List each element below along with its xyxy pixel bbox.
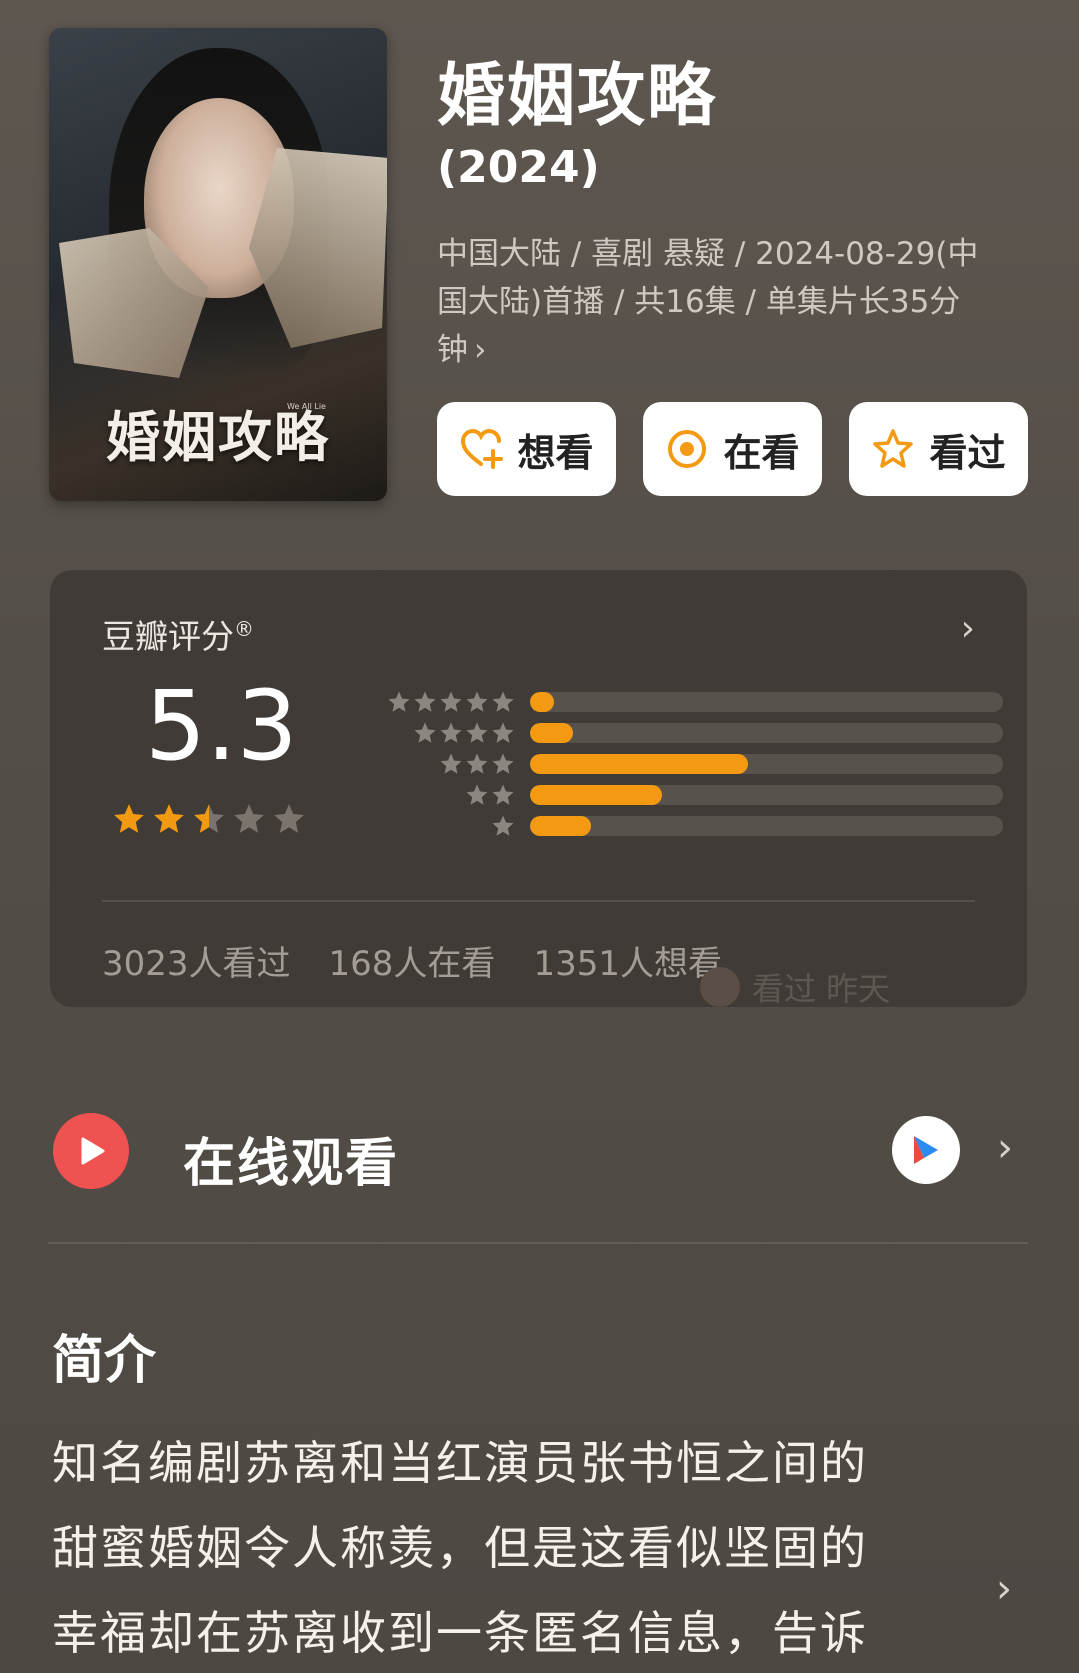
rating-label: 豆瓣评分® [102,610,254,658]
intro-text[interactable]: 知名编剧苏离和当红演员张书恒之间的 甜蜜婚姻令人称羡，但是这看似坚固的 幸福却在… [52,1421,932,1673]
rating-label-text: 豆瓣评分 [102,617,234,656]
distribution-stars [355,690,515,714]
distribution-track [530,753,1003,774]
distribution-track [530,784,1003,805]
star-icon [440,691,462,712]
want-to-watch-label: 想看 [517,430,594,475]
watched-button[interactable]: 看过 [849,402,1028,496]
star-icon [466,691,488,712]
registered-mark: ® [234,617,254,641]
star-icon [466,753,488,774]
divider [48,1242,1028,1244]
intro-line: 幸福却在苏离收到一条匿名信息，告诉 [52,1606,868,1660]
distribution-row [355,779,1003,810]
watch-online-row[interactable]: 在线观看 › [53,1113,1027,1194]
intro-line: 甜蜜婚姻令人称羡，但是这看似坚固的 [52,1521,868,1575]
distribution-row [355,748,1003,779]
poster-title: 婚姻攻略 [106,405,330,469]
distribution-bar [530,722,573,743]
watched-label: 看过 [929,430,1006,475]
video-app-icon [892,1116,960,1184]
star-outline-icon [873,429,914,468]
star-icon [154,804,184,833]
distribution-row [355,717,1003,748]
intro-line: 知名编剧苏离和当红演员张书恒之间的 [52,1436,868,1490]
distribution-row [355,686,1003,717]
action-buttons: 想看 在看 看过 [437,402,1028,496]
watched-count[interactable]: 3023人看过 [102,936,291,985]
heart-plus-icon [461,428,504,469]
rating-card[interactable]: 豆瓣评分® › 5.3 3023人看过 168人在看 1351人想看 看过 昨天 [50,570,1027,1010]
distribution-bar [530,815,592,836]
star-icon [492,815,514,836]
star-icon [492,722,514,743]
star-icon [466,784,488,805]
star-icon [466,722,488,743]
movie-meta[interactable]: 中国大陆 / 喜剧 悬疑 / 2024-08-29(中国大陆)首播 / 共16集… [437,230,997,374]
star-icon [388,691,410,712]
divider [102,900,975,902]
chevron-right-icon: › [997,1125,1013,1171]
star-icon [414,722,436,743]
release-year: (2024) [437,142,600,193]
play-icon [53,1113,129,1189]
star-icon [492,691,514,712]
watching-count[interactable]: 168人在看 [329,936,496,985]
friend-activity-text: 看过 昨天 [752,970,891,1008]
distribution-stars [355,783,515,807]
distribution-track [530,815,1003,836]
star-icon [234,804,264,833]
avatar [700,967,740,1007]
chevron-right-icon: › [474,332,487,368]
distribution-stars [355,721,515,745]
rating-counts: 3023人看过 168人在看 1351人想看 [102,936,722,985]
star-icon [274,804,304,833]
want-to-watch-button[interactable]: 想看 [437,402,616,496]
distribution-bar [530,784,663,805]
distribution-bar [530,753,748,774]
star-icon [414,691,436,712]
star-icon [194,804,224,833]
distribution-track [530,691,1003,712]
friend-activity: 看过 昨天 [700,964,890,1010]
want-count[interactable]: 1351人想看 [533,936,722,985]
distribution-stars [355,752,515,776]
distribution-bar [530,691,554,712]
movie-meta-text: 中国大陆 / 喜剧 悬疑 / 2024-08-29(中国大陆)首播 / 共16集… [437,236,979,368]
rating-stars [112,802,306,836]
distribution-row [355,810,1003,841]
watching-label: 在看 [723,430,800,475]
star-icon [440,722,462,743]
chevron-right-icon[interactable]: › [961,608,975,649]
rating-distribution [355,686,1003,841]
watching-button[interactable]: 在看 [643,402,822,496]
chevron-right-icon[interactable]: › [996,1566,1012,1612]
page-title: 婚姻攻略 [437,57,718,136]
page: We All Lie 婚姻攻略 婚姻攻略 (2024) 中国大陆 / 喜剧 悬疑… [0,0,1079,1673]
star-icon [492,784,514,805]
poster-image[interactable]: We All Lie 婚姻攻略 [49,28,387,501]
distribution-stars [355,814,515,838]
target-icon [668,430,707,468]
star-icon [114,804,144,833]
star-icon [440,753,462,774]
intro-title: 简介 [52,1331,157,1391]
distribution-track [530,722,1003,743]
rating-score: 5.3 [145,670,298,782]
star-icon [492,753,514,774]
watch-online-label: 在线观看 [183,1134,400,1194]
